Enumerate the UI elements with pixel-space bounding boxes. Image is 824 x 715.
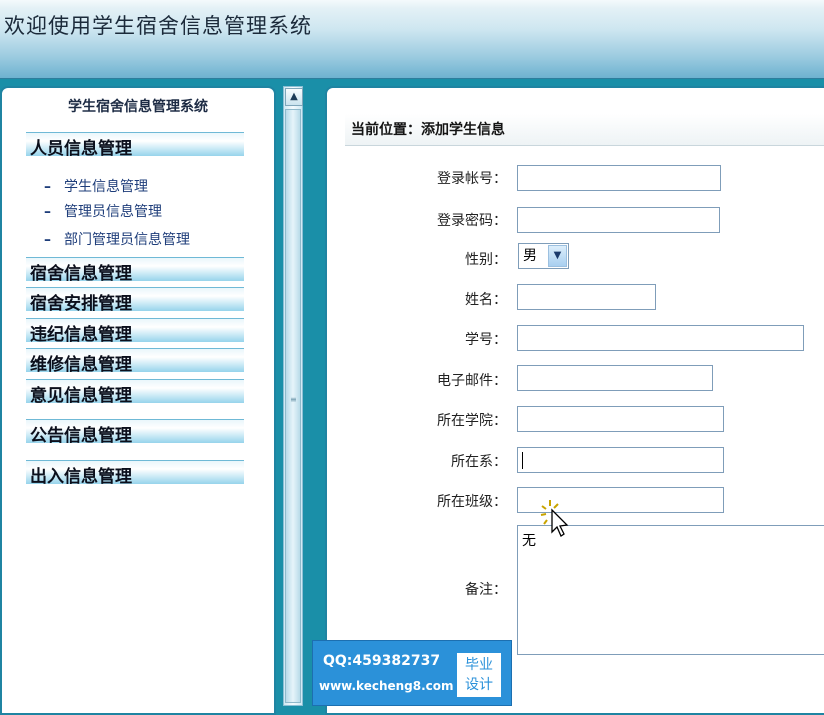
menu-group-discipline[interactable]: 违纪信息管理 <box>26 318 244 345</box>
student-id-label: 学号： <box>465 332 507 348</box>
menu-group-repair[interactable]: 维修信息管理 <box>26 348 244 375</box>
sidebar-item-dept-admin-info[interactable]: – 部门管理员信息管理 <box>44 229 190 249</box>
menu-group-announcement[interactable]: 公告信息管理 <box>26 419 244 446</box>
department-label: 所在系： <box>451 454 507 470</box>
scroll-up-icon[interactable]: ▲ <box>285 88 303 106</box>
menu-group-feedback[interactable]: 意见信息管理 <box>26 379 244 406</box>
gender-select[interactable]: 男 ▼ <box>518 243 569 269</box>
app-title: 欢迎使用学生宿舍信息管理系统 <box>4 14 312 38</box>
watermark-badge-line2: 设计 <box>465 677 493 693</box>
dash-marker: – <box>44 232 51 248</box>
dash-marker: – <box>44 204 51 220</box>
sidebar-item-student-info[interactable]: – 学生信息管理 <box>44 176 148 196</box>
mouse-cursor-icon <box>540 500 569 537</box>
menu-group-access[interactable]: 出入信息管理 <box>26 460 244 487</box>
student-id-input[interactable] <box>517 325 804 351</box>
remarks-label: 备注： <box>465 582 507 598</box>
text-caret <box>522 452 523 469</box>
gender-label: 性别： <box>465 252 507 268</box>
name-label: 姓名： <box>465 292 507 308</box>
login-password-input[interactable] <box>517 207 720 233</box>
watermark-qq: QQ:459382737 <box>323 653 441 669</box>
sidebar-title: 学生宿舍信息管理系统 <box>68 99 208 115</box>
dash-marker: – <box>44 179 51 195</box>
main-content: 当前位置：添加学生信息 登录帐号： 登录密码： 性别： 男 ▼ 姓名： 学号： … <box>325 86 824 715</box>
grip-icon: ≡ <box>290 395 297 404</box>
watermark-url: www.kecheng8.com <box>319 679 454 693</box>
vertical-scrollbar[interactable]: ▲ ≡ <box>283 86 303 706</box>
remarks-textarea[interactable]: 无 <box>517 525 824 655</box>
sidebar-item-label: 学生信息管理 <box>64 179 148 195</box>
email-label: 电子邮件： <box>437 373 507 389</box>
sidebar: 学生宿舍信息管理系统 人员信息管理 – 学生信息管理 – 管理员信息管理 – 部门管理… <box>0 86 276 715</box>
watermark-badge: 毕业 设计 <box>457 653 501 697</box>
sidebar-item-admin-info[interactable]: – 管理员信息管理 <box>44 201 162 221</box>
watermark-badge-line1: 毕业 <box>465 657 493 673</box>
menu-group-dorm-arrangement[interactable]: 宿舍安排管理 <box>26 287 244 314</box>
name-input[interactable] <box>517 284 656 310</box>
class-label: 所在班级： <box>437 494 507 510</box>
breadcrumb: 当前位置：添加学生信息 <box>345 114 824 146</box>
department-input[interactable] <box>517 447 724 473</box>
watermark-banner: QQ:459382737 www.kecheng8.com 毕业 设计 <box>312 640 512 706</box>
email-input[interactable] <box>517 365 713 391</box>
chevron-down-icon[interactable]: ▼ <box>548 245 567 267</box>
scroll-thumb[interactable]: ≡ <box>285 109 301 703</box>
header-banner: 欢迎使用学生宿舍信息管理系统 <box>0 0 824 79</box>
login-account-label: 登录帐号： <box>437 171 507 187</box>
login-account-input[interactable] <box>517 165 721 191</box>
gender-value: 男 <box>523 248 537 264</box>
menu-group-personnel[interactable]: 人员信息管理 <box>26 132 244 159</box>
menu-group-dorm-info[interactable]: 宿舍信息管理 <box>26 257 244 284</box>
college-label: 所在学院： <box>437 413 507 429</box>
sidebar-item-label: 部门管理员信息管理 <box>64 232 190 248</box>
sidebar-item-label: 管理员信息管理 <box>64 204 162 220</box>
login-password-label: 登录密码： <box>437 213 507 229</box>
college-input[interactable] <box>517 406 724 432</box>
